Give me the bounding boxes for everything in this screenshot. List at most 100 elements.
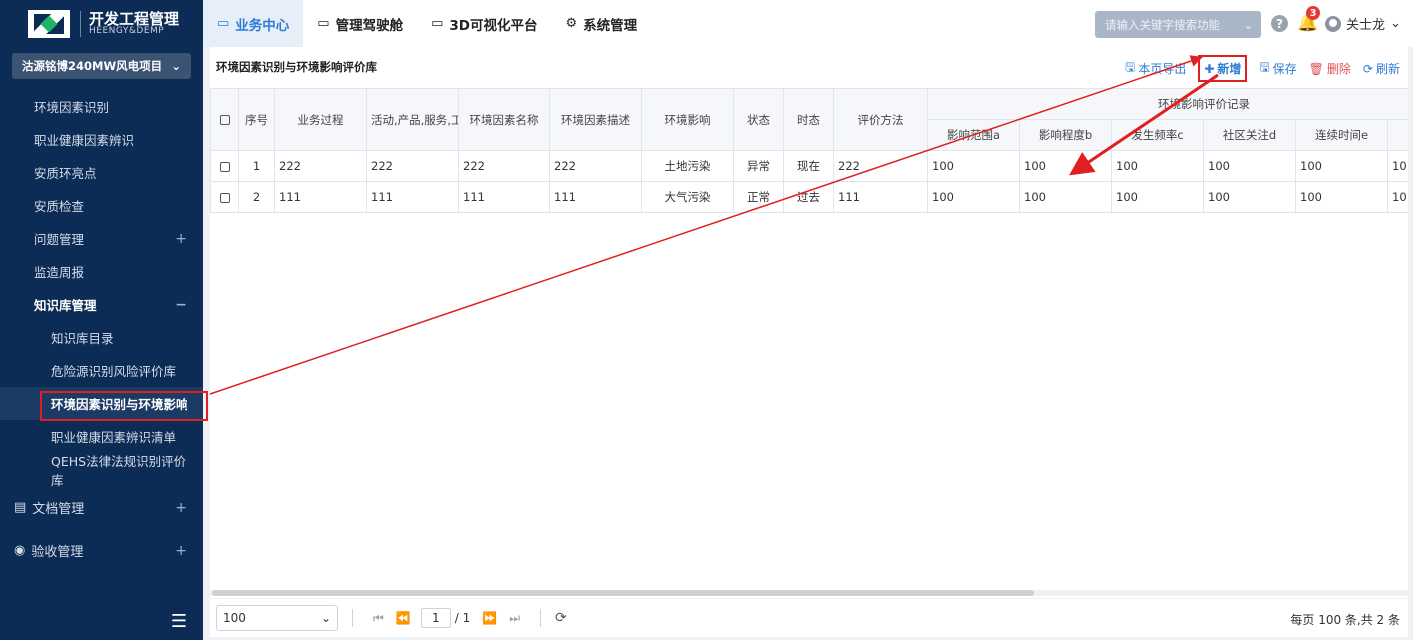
table-cell: 正常	[733, 181, 784, 213]
table-cell: 222	[833, 150, 928, 182]
delete-button[interactable]: 🗑 删除	[1309, 60, 1351, 77]
sidebar-item-highlights[interactable]: 安质环亮点	[0, 156, 203, 189]
table-cell: 111	[833, 181, 928, 213]
row-checkbox[interactable]	[219, 192, 230, 203]
sidebar-menu: 环境因素识别 职业健康因素辨识 安质环亮点 安质检查 问题管理 + 监造周报 知识…	[0, 90, 203, 572]
column-header[interactable]: 序号	[238, 88, 275, 151]
sidebar-item-issues[interactable]: 问题管理 +	[0, 222, 203, 255]
table-cell: 10	[1386, 181, 1408, 213]
column-header[interactable]: 环境因素名称	[458, 88, 550, 151]
sidebar-item-hazard-library[interactable]: 危险源识别风险评价库	[0, 354, 203, 387]
last-page-icon[interactable]: ⏭	[509, 611, 520, 626]
table-cell: 过去	[783, 181, 834, 213]
table-row[interactable]: 1 222 222 222 222 土地污染 异常 现在 222 100 100…	[210, 150, 1408, 182]
logo: 开发工程管理 HEENGY&DEMP	[0, 0, 203, 48]
plus-icon: ✚	[1204, 61, 1215, 76]
sidebar-item-env-factor[interactable]: 环境因素识别	[0, 90, 203, 123]
save-button[interactable]: 🖫 保存	[1259, 58, 1296, 79]
table-cell: 100	[927, 150, 1020, 182]
app-title: 开发工程管理	[89, 9, 180, 28]
tab-3d-platform[interactable]: ▭ 3D可视化平台	[417, 0, 551, 47]
notification-button[interactable]: 🔔 3	[1297, 6, 1320, 35]
column-header[interactable]: 业务过程	[274, 88, 367, 151]
sidebar-item-qehs-library[interactable]: QEHS法律法规识别评价库	[0, 453, 203, 488]
first-page-icon[interactable]: ⏮	[373, 611, 384, 626]
table-cell: 222	[366, 150, 459, 182]
user-name: 关士龙	[1346, 18, 1386, 33]
column-header[interactable]: 评价方法	[833, 88, 928, 151]
row-checkbox[interactable]	[219, 161, 230, 172]
next-page-icon[interactable]: ⏩	[482, 611, 497, 625]
table-cell: 100	[1295, 150, 1388, 182]
table-cell: 现在	[783, 150, 834, 182]
chevron-down-icon: ⌄	[320, 611, 331, 625]
sidebar-item-health-list[interactable]: 职业健康因素辨识清单	[0, 420, 203, 453]
table-cell: 土地污染	[641, 150, 734, 182]
expand-icon: +	[175, 542, 187, 559]
avatar	[1325, 15, 1341, 32]
column-header[interactable]: 社区关注d	[1203, 119, 1296, 151]
row-select	[210, 181, 239, 213]
chevron-down-icon: ⌄	[171, 59, 181, 73]
table-cell: 2	[238, 181, 275, 213]
scrollbar-thumb[interactable]	[212, 590, 1034, 596]
column-header[interactable]: 活动,产品,服务,工	[366, 88, 459, 151]
table-cell: 222	[274, 150, 367, 182]
tab-business-center[interactable]: ▭ 业务中心	[203, 0, 304, 47]
sidebar-item-acceptance[interactable]: ◉ 验收管理 +	[0, 529, 203, 572]
sidebar-item-health-factor[interactable]: 职业健康因素辨识	[0, 123, 203, 156]
table-cell: 异常	[733, 150, 784, 182]
chevron-down-icon: ⌄	[1390, 16, 1401, 31]
column-header[interactable]: 环境影响	[641, 88, 734, 151]
menu-collapse-icon[interactable]: ☰	[171, 611, 187, 632]
highlight-box-sidebar	[40, 391, 208, 421]
tab-cockpit[interactable]: ▭ 管理驾驶舱	[303, 0, 417, 47]
table-cell: 111	[366, 181, 459, 213]
column-header[interactable]: 连续时间e	[1295, 119, 1388, 151]
tab-system[interactable]: ⚙ 系统管理	[552, 0, 652, 47]
notification-badge: 3	[1306, 6, 1320, 20]
data-table-container[interactable]: 序号 业务过程 活动,产品,服务,工 环境因素名称 环境因素描述 环境影响 状态…	[210, 88, 1408, 588]
laptop-icon: ▭	[317, 16, 330, 31]
column-header	[1386, 119, 1408, 151]
column-header[interactable]: 状态	[733, 88, 784, 151]
refresh-icon[interactable]: ⟳	[555, 610, 567, 626]
column-header[interactable]: 环境因素描述	[549, 88, 642, 151]
eye-icon: ◉	[14, 543, 26, 558]
sidebar-item-documents[interactable]: ▤ 文档管理 +	[0, 486, 203, 529]
project-select[interactable]: 沽源铭博240MW风电项目 ⌄	[12, 53, 191, 79]
table-cell: 100	[1111, 181, 1204, 213]
refresh-button[interactable]: ⟳ 刷新	[1363, 60, 1400, 77]
sidebar: 开发工程管理 HEENGY&DEMP 沽源铭博240MW风电项目 ⌄ 环境因素识…	[0, 0, 203, 640]
column-header[interactable]: 影响范围a	[927, 119, 1020, 151]
horizontal-scrollbar[interactable]	[210, 590, 1408, 596]
user-menu[interactable]: 关士龙 ⌄	[1325, 14, 1401, 33]
column-header[interactable]: 发生频率c	[1111, 119, 1204, 151]
add-button[interactable]: ✚ 新增	[1198, 55, 1248, 82]
sidebar-item-knowledge-catalog[interactable]: 知识库目录	[0, 321, 203, 354]
topbar: ▭ 业务中心 ▭ 管理驾驶舱 ▭ 3D可视化平台 ⚙ 系统管理 请输入关键字搜索功能 ⌄…	[203, 0, 1413, 47]
expand-icon: +	[175, 499, 187, 516]
table-cell: 222	[458, 150, 550, 182]
column-header[interactable]: 时态	[783, 88, 834, 151]
table-cell: 大气污染	[641, 181, 734, 213]
help-icon[interactable]: ?	[1271, 15, 1288, 32]
total-pages: / 1	[454, 611, 471, 625]
table-row[interactable]: 2 111 111 111 111 大气污染 正常 过去 111 100 100…	[210, 181, 1408, 213]
page-size-select[interactable]: 100 ⌄	[216, 605, 338, 631]
save-icon: 🖫	[1259, 60, 1270, 74]
table-cell: 10	[1386, 150, 1408, 182]
select-all-checkbox[interactable]	[219, 115, 230, 125]
divider	[540, 609, 542, 627]
table-cell: 100	[1019, 150, 1112, 182]
column-header[interactable]: 影响程度b	[1019, 119, 1112, 151]
search-input[interactable]: 请输入关键字搜索功能 ⌄	[1095, 11, 1261, 38]
row-select	[210, 150, 239, 182]
gear-icon: ⚙	[565, 16, 578, 31]
page-number-input[interactable]: 1	[420, 608, 451, 628]
sidebar-item-knowledge[interactable]: 知识库管理 −	[0, 288, 203, 321]
sidebar-item-weekly[interactable]: 监造周报	[0, 255, 203, 288]
export-button[interactable]: 🖫 本页导出	[1125, 58, 1186, 79]
prev-page-icon[interactable]: ⏪	[396, 611, 411, 625]
sidebar-item-inspection[interactable]: 安质检查	[0, 189, 203, 222]
